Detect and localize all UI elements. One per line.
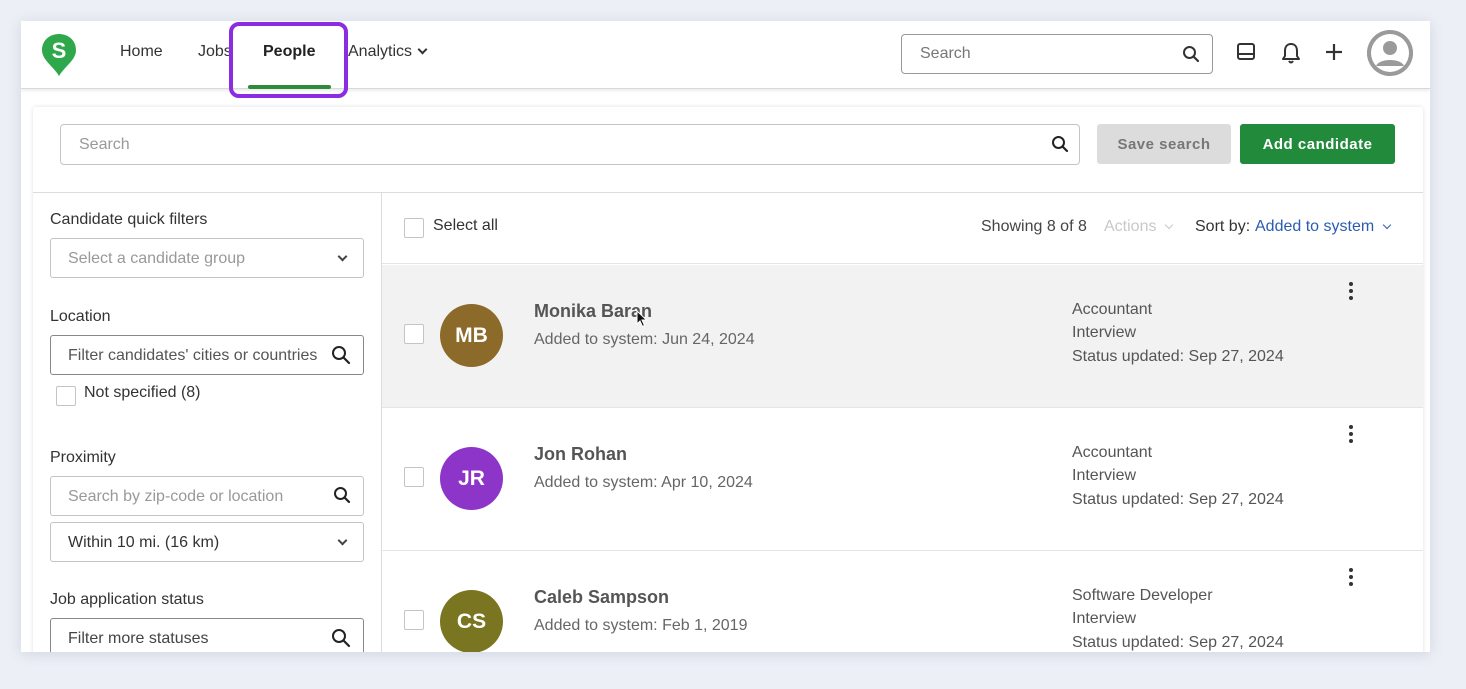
sort-by-value: Added to system: [1255, 218, 1375, 235]
search-icon[interactable]: [331, 628, 351, 648]
candidate-row[interactable]: JR Jon Rohan Added to system: Apr 10, 20…: [382, 408, 1423, 551]
search-icon[interactable]: [333, 486, 351, 504]
not-specified-checkbox[interactable]: [56, 386, 76, 406]
candidate-group-placeholder: Select a candidate group: [68, 250, 246, 267]
candidate-row[interactable]: CS Caleb Sampson Added to system: Feb 1,…: [382, 551, 1423, 652]
avatar[interactable]: JR: [440, 447, 503, 510]
not-specified-label: Not specified (8): [84, 384, 201, 401]
location-placeholder: Filter candidates' cities or countries: [68, 347, 318, 364]
added-date: Added to system: Apr 10, 2024: [534, 474, 753, 491]
stage: Interview: [1072, 467, 1137, 484]
proximity-search-input[interactable]: Search by zip-code or location: [50, 476, 364, 516]
job-status-placeholder: Filter more statuses: [68, 630, 209, 647]
actions-dropdown[interactable]: Actions: [1104, 218, 1174, 236]
job-status-filter-input[interactable]: Filter more statuses: [50, 618, 364, 652]
proximity-placeholder: Search by zip-code or location: [68, 488, 284, 505]
search-icon[interactable]: [331, 345, 351, 365]
candidate-name[interactable]: Jon Rohan: [534, 444, 627, 465]
chevron-down-icon: [1382, 220, 1392, 230]
location-label: Location: [50, 308, 111, 325]
list-header: Select all Showing 8 of 8 Actions Sort b…: [382, 193, 1423, 264]
candidate-name[interactable]: Monika Baran: [534, 301, 652, 322]
people-panel: Save search Add candidate Candidate quic…: [33, 107, 1423, 652]
kebab-menu-icon[interactable]: [1348, 282, 1354, 303]
nav-people[interactable]: People: [263, 43, 315, 61]
chevron-down-icon: [337, 535, 348, 546]
candidate-name[interactable]: Caleb Sampson: [534, 587, 669, 608]
logo-letter: S: [52, 38, 67, 63]
candidate-search-input[interactable]: [79, 136, 1019, 154]
kebab-menu-icon[interactable]: [1348, 568, 1354, 589]
candidate-group-select[interactable]: Select a candidate group: [50, 238, 364, 278]
filters-sidebar: Candidate quick filters Select a candida…: [33, 193, 382, 652]
chevron-down-icon: [337, 251, 348, 262]
quick-filters-label: Candidate quick filters: [50, 211, 208, 228]
added-date: Added to system: Feb 1, 2019: [534, 617, 748, 634]
nav-analytics[interactable]: Analytics: [348, 43, 428, 61]
nav-jobs[interactable]: Jobs: [198, 43, 232, 61]
plus-icon[interactable]: [1323, 41, 1345, 63]
row-checkbox[interactable]: [404, 610, 424, 630]
global-search[interactable]: [901, 34, 1213, 74]
avatar[interactable]: CS: [440, 590, 503, 652]
row-checkbox[interactable]: [404, 324, 424, 344]
chevron-down-icon: [1165, 220, 1174, 230]
inbox-icon[interactable]: [1235, 41, 1257, 63]
app-window: S Home Jobs People Analytics Save search…: [21, 21, 1430, 652]
global-search-input[interactable]: [920, 45, 1170, 63]
select-all-label: Select all: [433, 217, 498, 234]
sort-by-label: Sort by:: [1195, 218, 1251, 235]
status-updated: Status updated: Sep 27, 2024: [1072, 348, 1284, 365]
stage: Interview: [1072, 324, 1137, 341]
candidate-list: Select all Showing 8 of 8 Actions Sort b…: [382, 193, 1423, 652]
proximity-label: Proximity: [50, 449, 116, 466]
nav-analytics-label: Analytics: [348, 43, 413, 60]
kebab-menu-icon[interactable]: [1348, 425, 1354, 446]
status-updated: Status updated: Sep 27, 2024: [1072, 491, 1284, 508]
showing-count: Showing 8 of 8: [981, 218, 1087, 235]
row-checkbox[interactable]: [404, 467, 424, 487]
add-candidate-button[interactable]: Add candidate: [1240, 124, 1395, 164]
job-title: Software Developer: [1072, 587, 1213, 604]
select-all-checkbox[interactable]: [404, 218, 424, 238]
top-navigation: S Home Jobs People Analytics: [21, 21, 1430, 98]
proximity-radius-select[interactable]: Within 10 mi. (16 km): [50, 522, 364, 562]
search-icon[interactable]: [1051, 135, 1069, 153]
active-tab-indicator: [248, 85, 331, 89]
job-title: Accountant: [1072, 301, 1153, 318]
nav-home[interactable]: Home: [120, 43, 163, 61]
status-updated: Status updated: Sep 27, 2024: [1072, 634, 1284, 651]
candidate-search[interactable]: [60, 124, 1080, 165]
bell-icon[interactable]: [1280, 41, 1302, 65]
added-date: Added to system: Jun 24, 2024: [534, 331, 755, 348]
app-logo-icon[interactable]: S: [41, 33, 77, 77]
search-icon[interactable]: [1182, 45, 1200, 63]
candidate-row[interactable]: MB Monika Baran Added to system: Jun 24,…: [382, 265, 1423, 408]
job-status-label: Job application status: [50, 591, 204, 608]
chevron-down-icon: [417, 44, 428, 55]
stage: Interview: [1072, 610, 1137, 627]
sort-by-dropdown[interactable]: Added to system: [1255, 218, 1392, 236]
actions-label: Actions: [1104, 218, 1157, 235]
avatar[interactable]: MB: [440, 304, 503, 367]
save-search-button[interactable]: Save search: [1097, 124, 1231, 164]
job-title: Accountant: [1072, 444, 1153, 461]
proximity-radius-value: Within 10 mi. (16 km): [68, 534, 220, 551]
user-avatar-icon[interactable]: [1367, 30, 1413, 76]
location-filter-input[interactable]: Filter candidates' cities or countries: [50, 335, 364, 375]
